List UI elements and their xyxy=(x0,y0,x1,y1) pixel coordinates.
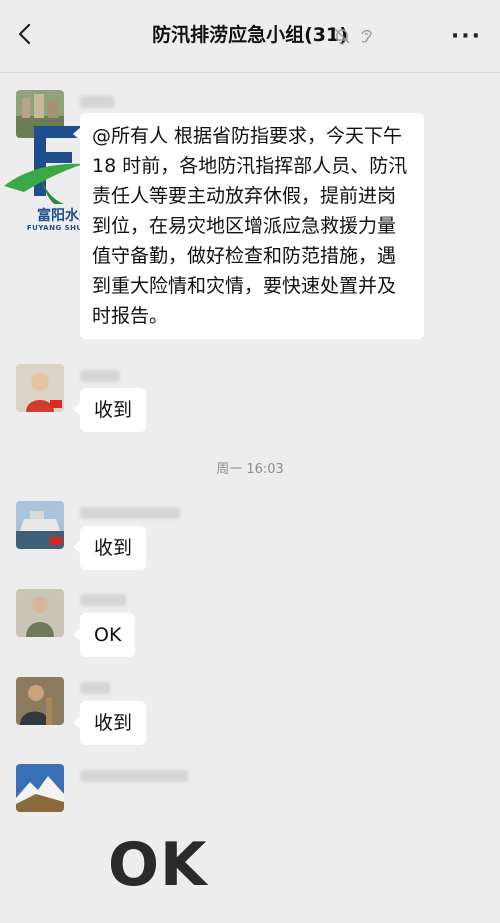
avatar[interactable] xyxy=(16,501,64,549)
ear-icon xyxy=(361,29,372,43)
avatar[interactable] xyxy=(16,677,64,725)
message-bubble[interactable]: OK xyxy=(72,613,136,657)
sender-name-redacted xyxy=(80,770,188,782)
message-bubble[interactable]: 收到 xyxy=(72,388,147,432)
avatar[interactable] xyxy=(16,589,64,637)
chat-timestamp: 周一 16:03 xyxy=(216,462,284,477)
message-bubble[interactable]: @所有人 根据省防指要求，今天下午 18 时前，各地防汛指挥部人员、防汛责任人等… xyxy=(73,113,424,339)
more-options-icon[interactable]: ··· xyxy=(451,24,482,49)
sender-name-redacted xyxy=(80,507,180,519)
avatar[interactable] xyxy=(16,764,64,812)
sender-name-redacted xyxy=(80,682,110,694)
avatar[interactable] xyxy=(16,364,64,412)
mute-bell-icon xyxy=(334,28,350,45)
message-bubble[interactable]: 收到 xyxy=(72,701,147,745)
sender-name-redacted xyxy=(80,370,120,382)
message-bubble[interactable]: 收到 xyxy=(72,526,147,570)
chat-title: 防汛排涝应急小组(31) xyxy=(152,24,348,46)
big-ok-text: OK xyxy=(108,830,208,900)
chat-header: 防汛排涝应急小组(31) ··· xyxy=(0,0,500,73)
sender-name-redacted xyxy=(80,594,126,606)
sender-name-redacted xyxy=(80,96,114,108)
